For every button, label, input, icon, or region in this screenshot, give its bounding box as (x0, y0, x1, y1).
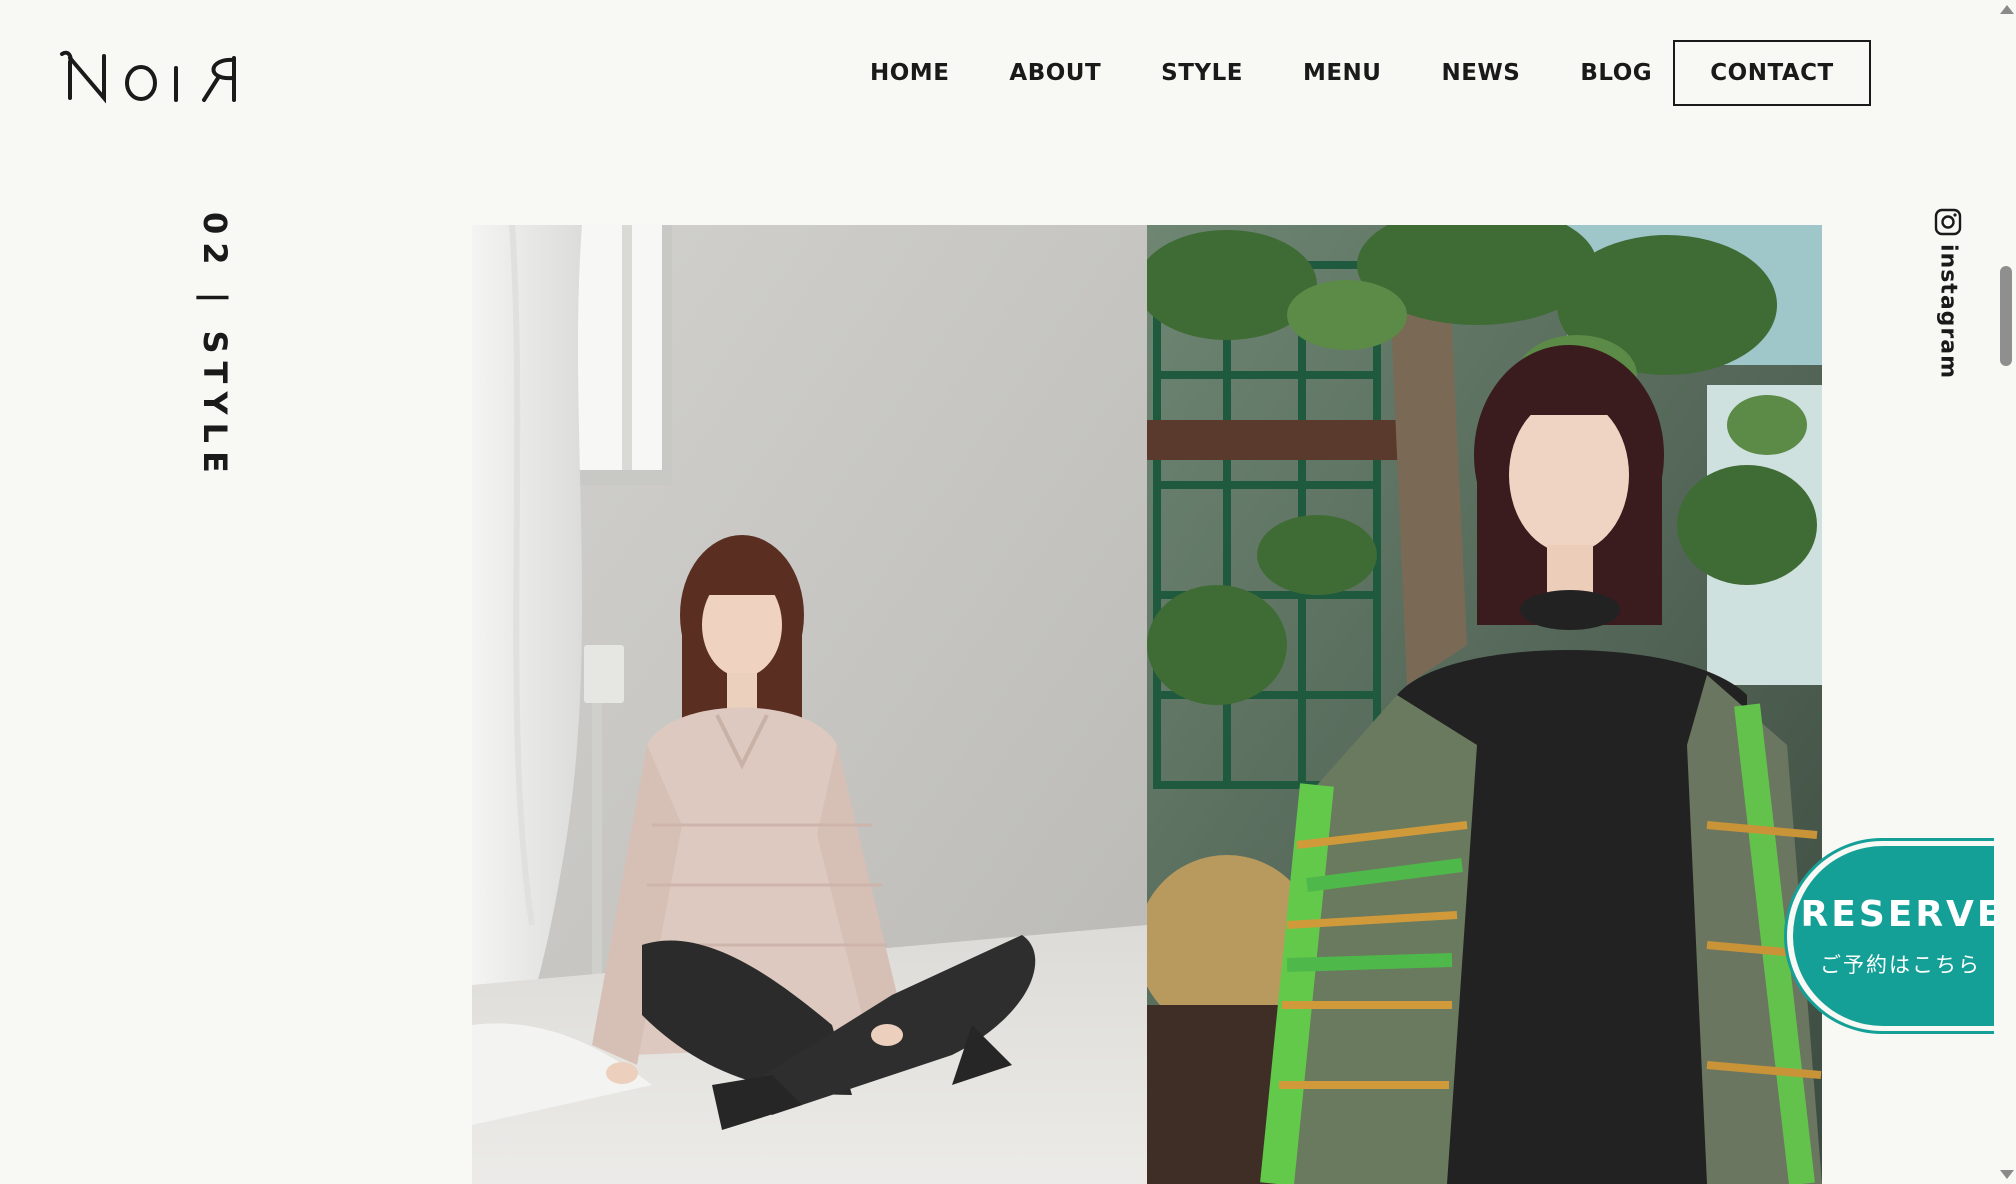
page-scrollbar[interactable] (1996, 0, 2016, 1184)
noir-logo-mark (60, 50, 236, 104)
scroll-down-arrow-icon[interactable] (2000, 1170, 2014, 1179)
instagram-label: instagram (1935, 244, 1961, 380)
instagram-link[interactable]: instagram (1930, 208, 1966, 379)
page: HOME ABOUT STYLE MENU NEWS BLOG CONTACT … (0, 0, 2016, 1184)
contact-button[interactable]: CONTACT (1673, 40, 1871, 106)
site-logo[interactable] (58, 48, 242, 104)
reserve-button[interactable]: RESERVE ご予約はこちら (1784, 838, 2002, 1034)
scroll-thumb[interactable] (2000, 266, 2012, 366)
main-nav: HOME ABOUT STYLE MENU NEWS BLOG (870, 40, 1712, 106)
nav-news[interactable]: NEWS (1441, 60, 1520, 86)
reserve-title: RESERVE (1800, 893, 2005, 935)
photo-woman-standing (1147, 225, 1822, 1184)
nav-style[interactable]: STYLE (1161, 60, 1243, 86)
instagram-icon (1934, 208, 1962, 236)
nav-menu[interactable]: MENU (1303, 60, 1382, 86)
reserve-subtitle: ご予約はこちら (1820, 952, 1981, 977)
nav-home[interactable]: HOME (870, 60, 949, 86)
nav-blog[interactable]: BLOG (1580, 60, 1652, 86)
style-photo-right[interactable] (1147, 225, 1822, 1184)
nav-about[interactable]: ABOUT (1009, 60, 1101, 86)
photo-woman-sitting (472, 225, 1147, 1184)
section-label: 02 | STYLE (196, 212, 234, 481)
reserve-button-face: RESERVE ご予約はこちら (1793, 846, 2002, 1026)
style-photo-left[interactable] (472, 225, 1147, 1184)
scroll-up-arrow-icon[interactable] (2000, 5, 2014, 14)
